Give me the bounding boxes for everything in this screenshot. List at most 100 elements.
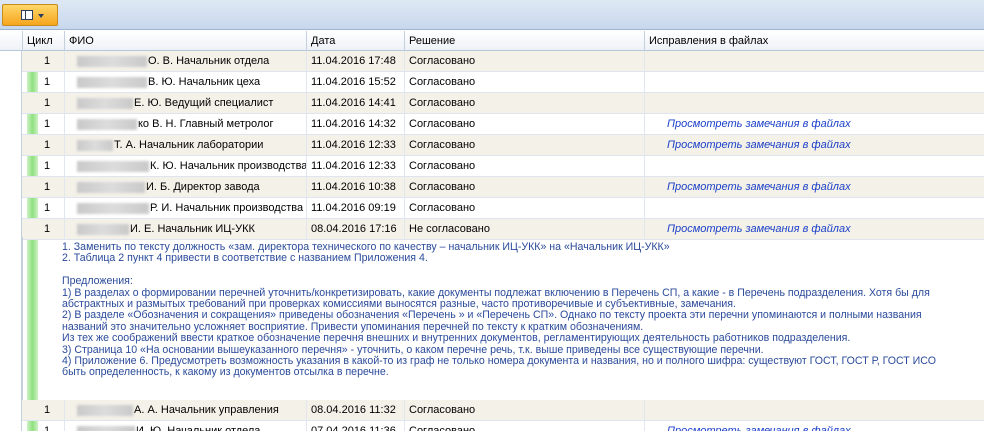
fio-cell: К. Ю. Начальник производства — [64, 156, 306, 176]
date-cell: 11.04.2016 10:38 — [306, 177, 404, 197]
decision-cell: Согласовано — [404, 198, 644, 218]
fio-cell: А. А. Начальник управления — [64, 400, 306, 420]
person-name: Т. А. Начальник лаборатории — [114, 139, 264, 151]
fixes-cell: Просмотреть замечания в файлах — [644, 177, 984, 197]
column-chooser-button[interactable] — [2, 4, 58, 26]
date-cell: 11.04.2016 14:32 — [306, 114, 404, 134]
fio-cell: И. Ю. Начальник отдела — [64, 421, 306, 431]
table-row[interactable]: 1 К. Ю. Начальник производства 11.04.2016 … — [22, 156, 984, 177]
decision-cell: Согласовано — [404, 421, 644, 431]
row-indicator-column — [0, 51, 22, 431]
redacted-name — [77, 118, 137, 130]
redacted-name — [77, 76, 147, 88]
table-row[interactable]: 1 И. Е. Начальник ИЦ-УКК 08.04.2016 17:16 Н… — [22, 219, 984, 240]
person-name: Е. Ю. Ведущий специалист — [134, 97, 274, 109]
redacted-name — [77, 223, 129, 235]
header-decision[interactable]: Решение — [404, 31, 644, 51]
date-cell: 11.04.2016 15:52 — [306, 72, 404, 92]
table-row[interactable]: 1 ко В. Н. Главный метролог 11.04.2016 14:… — [22, 114, 984, 135]
person-name: И. Б. Директор завода — [146, 181, 260, 193]
decision-cell: Согласовано — [404, 114, 644, 134]
fixes-cell — [644, 93, 984, 113]
fio-cell: Е. Ю. Ведущий специалист — [64, 93, 306, 113]
redacted-name — [77, 55, 147, 67]
comment-line: Предложения: — [62, 275, 133, 288]
redacted-name — [77, 404, 133, 416]
cycle-cell: 1 — [44, 202, 51, 214]
table-row[interactable]: 1 О. В. Начальник отдела 11.04.2016 17:48 С… — [22, 51, 984, 72]
decision-cell: Согласовано — [404, 135, 644, 155]
header-indicator — [0, 31, 22, 51]
detail-panel-margin — [22, 237, 38, 401]
table-row[interactable]: 1 В. Ю. Начальник цеха 11.04.2016 15:52 Сог… — [22, 72, 984, 93]
table-row[interactable]: 1 Е. Ю. Ведущий специалист 11.04.2016 14:4… — [22, 93, 984, 114]
date-cell: 11.04.2016 12:33 — [306, 135, 404, 155]
decision-cell: Не согласовано — [404, 219, 644, 239]
person-name: И. Ю. Начальник отдела — [136, 425, 261, 431]
comment-line: 2. Таблица 2 пункт 4 привести в соответс… — [62, 252, 428, 265]
table-row[interactable]: 1 А. А. Начальник управления 08.04.2016 11… — [22, 400, 984, 421]
table-row[interactable]: 1 Р. И. Начальник производства 11.04.2016 … — [22, 198, 984, 219]
fixes-cell — [644, 156, 984, 176]
fio-cell: В. Ю. Начальник цеха — [64, 72, 306, 92]
date-cell: 08.04.2016 17:16 — [306, 219, 404, 239]
fixes-cell — [644, 72, 984, 92]
decision-cell: Согласовано — [404, 400, 644, 420]
cycle-cell: 1 — [44, 404, 51, 416]
fixes-cell: Просмотреть замечания в файлах — [644, 135, 984, 155]
date-cell: 11.04.2016 17:48 — [306, 51, 404, 71]
redacted-name — [77, 139, 113, 151]
header-cycle[interactable]: Цикл — [22, 31, 64, 51]
date-cell: 11.04.2016 14:41 — [306, 93, 404, 113]
table-row[interactable]: 1 Т. А. Начальник лаборатории 11.04.2016 1… — [22, 135, 984, 156]
fio-cell: Р. И. Начальник производства — [64, 198, 306, 218]
cycle-cell: 1 — [44, 425, 51, 431]
table-row[interactable]: 1 И. Ю. Начальник отдела 07.04.2016 11:36 С… — [22, 421, 984, 431]
fixes-cell: Просмотреть замечания в файлах — [644, 219, 984, 239]
header-fixes[interactable]: Исправления в файлах — [644, 31, 984, 51]
redacted-name — [77, 425, 135, 431]
cycle-cell: 1 — [44, 118, 51, 130]
grid-header: Цикл ФИО Дата Решение Исправления в файл… — [0, 31, 984, 51]
decision-cell: Согласовано — [404, 156, 644, 176]
table-row[interactable]: 1 И. Б. Директор завода 11.04.2016 10:38 Со… — [22, 177, 984, 198]
chevron-down-icon — [38, 14, 44, 18]
comment-detail-text: 1. Заменить по тексту должность «зам. ди… — [62, 242, 984, 400]
fio-cell: Т. А. Начальник лаборатории — [64, 135, 306, 155]
view-file-remarks-link[interactable]: Просмотреть замечания в файлах — [667, 425, 851, 431]
person-name: ко В. Н. Главный метролог — [138, 118, 274, 130]
fio-cell: О. В. Начальник отдела — [64, 51, 306, 71]
redacted-name — [77, 202, 149, 214]
person-name: В. Ю. Начальник цеха — [148, 76, 261, 88]
fixes-cell: Просмотреть замечания в файлах — [644, 114, 984, 134]
fio-cell: ко В. Н. Главный метролог — [64, 114, 306, 134]
view-file-remarks-link[interactable]: Просмотреть замечания в файлах — [667, 181, 851, 193]
fixes-cell — [644, 51, 984, 71]
header-date[interactable]: Дата — [306, 31, 404, 51]
date-cell: 07.04.2016 11:36 — [306, 421, 404, 431]
redacted-name — [77, 97, 133, 109]
decision-cell: Согласовано — [404, 51, 644, 71]
person-name: К. Ю. Начальник производства — [150, 160, 306, 172]
comment-line — [62, 265, 984, 276]
cycle-cell: 1 — [44, 181, 51, 193]
fio-cell: И. Б. Директор завода — [64, 177, 306, 197]
cycle-cell: 1 — [44, 160, 51, 172]
cycle-cell: 1 — [44, 223, 51, 235]
view-file-remarks-link[interactable]: Просмотреть замечания в файлах — [667, 223, 851, 235]
approval-grid: Цикл ФИО Дата Решение Исправления в файл… — [0, 31, 984, 431]
decision-cell: Согласовано — [404, 72, 644, 92]
header-fio[interactable]: ФИО — [64, 31, 306, 51]
person-name: О. В. Начальник отдела — [148, 55, 270, 67]
view-file-remarks-link[interactable]: Просмотреть замечания в файлах — [667, 139, 851, 151]
fixes-cell: Просмотреть замечания в файлах — [644, 421, 984, 431]
redacted-name — [77, 181, 145, 193]
view-file-remarks-link[interactable]: Просмотреть замечания в файлах — [667, 118, 851, 130]
table-icon — [21, 10, 33, 20]
cycle-cell: 1 — [44, 55, 51, 67]
fixes-cell — [644, 198, 984, 218]
comment-line: быть определенность, к какому из докумен… — [62, 366, 389, 379]
redacted-name — [77, 160, 149, 172]
person-name: Р. И. Начальник производства — [150, 202, 304, 214]
comment-line: Из тех же соображений ввести краткое обо… — [62, 332, 851, 345]
